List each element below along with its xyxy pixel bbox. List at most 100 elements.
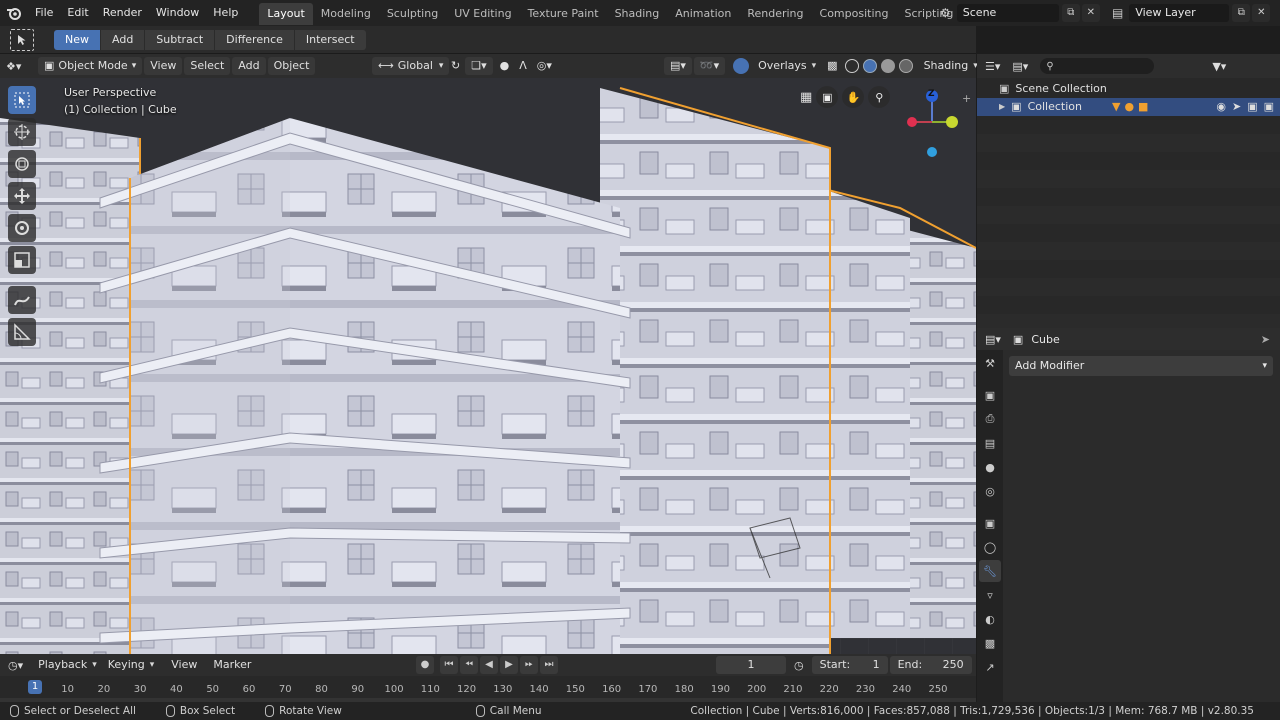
solid-shading-icon[interactable] (862, 59, 877, 73)
timeline-ruler[interactable]: 1 10 20 30 40 50 60 70 80 90 100 110 120 130 140 150 16… (0, 680, 976, 698)
overlays-icon[interactable] (733, 58, 750, 74)
current-frame-marker[interactable]: 1 (28, 680, 42, 694)
menu-edit[interactable]: Edit (60, 0, 95, 26)
select-box-icon[interactable] (8, 86, 36, 114)
scene-tab-icon[interactable]: ● (979, 456, 1001, 478)
mode-new-button[interactable]: New (54, 29, 100, 50)
wireframe-shading-icon[interactable] (844, 59, 859, 73)
hand-pan-icon[interactable]: ✋ (842, 86, 865, 108)
grid-icon[interactable]: ▦ (800, 90, 812, 105)
add-modifier-dropdown[interactable]: Add Modifier ▾ (1009, 356, 1273, 376)
particles-tab-icon[interactable]: ▿ (979, 584, 1001, 606)
sidebar-toggle-icon[interactable]: + (962, 92, 971, 105)
tab-sculpting[interactable]: Sculpting (379, 3, 446, 25)
pivot-icon[interactable]: ↻ (446, 57, 465, 75)
measure-icon[interactable] (8, 318, 36, 346)
timeline-view-menu[interactable]: View (166, 656, 202, 674)
world-tab-icon[interactable]: ◎ (979, 480, 1001, 502)
view-menu[interactable]: View (144, 57, 183, 75)
gizmo-icon[interactable]: ➿▾ (693, 57, 726, 75)
scene-icon[interactable]: ⚙ (940, 6, 951, 20)
snap-icon[interactable]: ❏▾ (465, 57, 493, 75)
menu-render[interactable]: Render (96, 0, 149, 26)
end-frame-field[interactable]: End: 250 (889, 656, 972, 674)
tab-modeling[interactable]: Modeling (313, 3, 379, 25)
current-frame-field[interactable]: 1 (716, 656, 786, 674)
editor-type-icon[interactable]: ❖▾ (6, 57, 38, 75)
selectable-arrow-icon[interactable]: ➤ (1232, 98, 1241, 116)
xray-icon[interactable]: ▩ (822, 57, 842, 75)
visibility-eye-icon[interactable]: ◉ (1216, 98, 1226, 116)
tab-animation[interactable]: Animation (667, 3, 739, 25)
mode-subtract-button[interactable]: Subtract (145, 29, 215, 50)
outliner-row-collection[interactable]: ▶ ▣ Collection ▼●■ ◉ ➤ ▣ ▣ (977, 98, 1280, 116)
jump-start-icon[interactable]: ⏮︎ (440, 656, 458, 674)
menu-window[interactable]: Window (149, 0, 206, 26)
pin-icon[interactable]: ➤ (1261, 333, 1270, 346)
mode-difference-button[interactable]: Difference (215, 29, 294, 50)
constraints-tab-icon[interactable]: ↗ (979, 656, 1001, 678)
tab-rendering[interactable]: Rendering (739, 3, 811, 25)
render-tab-icon[interactable]: ▣ (979, 384, 1001, 406)
physics-tab-icon[interactable]: ◯ (979, 536, 1001, 558)
outliner-editor-type-icon[interactable]: ☰▾ (985, 60, 1000, 73)
rotate-icon[interactable] (8, 214, 36, 242)
rendered-shading-icon[interactable] (898, 59, 913, 73)
camera-icon[interactable]: ▣ (816, 86, 839, 108)
proportional-falloff-icon[interactable]: ◎▾ (532, 57, 557, 75)
mode-add-button[interactable]: Add (101, 29, 145, 50)
tab-compositing[interactable]: Compositing (812, 3, 897, 25)
menu-file[interactable]: File (28, 0, 60, 26)
properties-editor-type-icon[interactable]: ▤▾ (985, 333, 1001, 346)
view-layer-field[interactable]: View Layer (1129, 4, 1230, 22)
tab-layout[interactable]: Layout (259, 3, 313, 25)
view-layer-icon[interactable]: ▤ (1112, 6, 1123, 20)
mode-intersect-button[interactable]: Intersect (294, 29, 366, 50)
tab-texture-paint[interactable]: Texture Paint (520, 3, 607, 25)
display-mode-icon[interactable]: ▤▾ (1012, 60, 1028, 73)
playback-menu[interactable]: Playback (33, 656, 92, 674)
transform-orientation-dropdown[interactable]: ⟷ Global ▾ (372, 57, 450, 75)
texture-tab-icon[interactable]: ▩ (979, 632, 1001, 654)
add-menu[interactable]: Add (232, 57, 266, 75)
move-icon[interactable] (8, 182, 36, 210)
expand-arrow-icon[interactable]: ▶ (999, 98, 1005, 116)
object-menu[interactable]: Object (267, 57, 316, 75)
render-monitor-icon[interactable]: ▣ (1247, 98, 1257, 116)
render-camera-icon[interactable]: ▣ (1264, 98, 1274, 116)
object-mode-dropdown[interactable]: ▣ Object Mode ▾ (38, 57, 143, 75)
view-layer-copy-icon[interactable]: ⧉ (1232, 4, 1251, 22)
3d-viewport[interactable]: User Perspective (1) Collection | Cube Z… (0, 78, 976, 654)
filter-icon[interactable]: ▼▾ (1212, 60, 1226, 73)
select-box-tool-icon[interactable] (10, 28, 34, 51)
selectability-icon[interactable]: ▤▾ (664, 57, 692, 75)
annotate-icon[interactable] (8, 286, 36, 314)
shading-dropdown[interactable]: Shading (919, 57, 974, 75)
transform-icon[interactable] (8, 150, 36, 178)
stopwatch-icon[interactable]: ◷ (794, 659, 804, 672)
scene-copy-icon[interactable]: ⧉ (1061, 4, 1080, 22)
navigation-gizmo[interactable]: Z (896, 84, 966, 164)
view-layer-close-icon[interactable]: ✕ (1252, 4, 1271, 22)
view-layer-tab-icon[interactable]: ▤ (979, 432, 1001, 454)
marker-menu[interactable]: Marker (208, 656, 256, 674)
play-reverse-icon[interactable]: ◀ (480, 656, 498, 674)
proportional-icon[interactable]: Λ (514, 57, 532, 75)
scale-icon[interactable] (8, 246, 36, 274)
tool-tab-icon[interactable]: ⚒ (979, 352, 1001, 374)
jump-end-icon[interactable]: ⏭︎ (540, 656, 558, 674)
start-frame-field[interactable]: Start: 1 (811, 656, 888, 674)
output-tab-icon[interactable]: ⎙ (979, 408, 1001, 430)
menu-help[interactable]: Help (206, 0, 245, 26)
overlays-dropdown[interactable]: Overlays (753, 57, 812, 75)
cursor-icon[interactable] (8, 118, 36, 146)
blender-logo-icon[interactable] (0, 0, 28, 26)
next-keyframe-icon[interactable]: ⏩︎ (520, 656, 538, 674)
record-icon[interactable]: ● (416, 656, 434, 674)
tab-uv-editing[interactable]: UV Editing (446, 3, 519, 25)
timeline-editor-type-icon[interactable]: ◷▾ (8, 659, 23, 672)
select-menu[interactable]: Select (184, 57, 231, 75)
scene-field[interactable]: Scene (956, 4, 1059, 22)
tab-shading[interactable]: Shading (607, 3, 668, 25)
outliner-row-scene-collection[interactable]: ▣ Scene Collection (977, 80, 1280, 98)
